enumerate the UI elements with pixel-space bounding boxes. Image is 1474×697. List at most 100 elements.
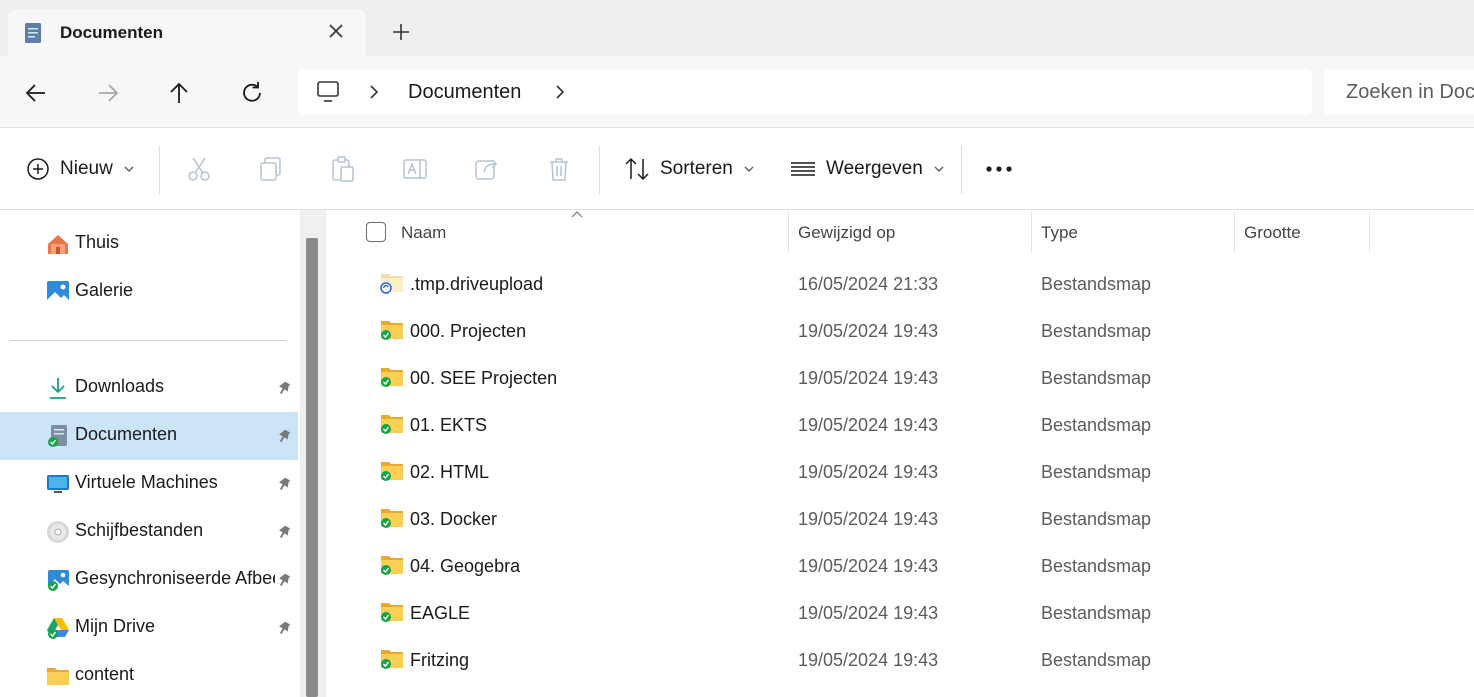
table-row[interactable]: Fritzing 19/05/2024 19:43 Bestandsmap <box>326 636 1474 683</box>
new-tab-icon[interactable] <box>390 21 412 43</box>
sidebar-item-galerie[interactable]: Galerie <box>0 268 298 316</box>
navigation-pane: Thuis Galerie Downloads Documenten Virtu… <box>0 210 326 697</box>
close-icon[interactable] <box>326 21 346 41</box>
sidebar-item-documenten[interactable]: Documenten <box>0 412 298 460</box>
column-header-modified[interactable]: Gewijzigd op <box>789 210 1031 254</box>
select-all-checkbox[interactable] <box>366 222 386 242</box>
file-modified: 19/05/2024 19:43 <box>798 509 939 529</box>
file-modified: 16/05/2024 21:33 <box>798 274 939 294</box>
search-input[interactable]: Zoeken in Documenten <box>1324 69 1474 115</box>
column-divider[interactable] <box>1369 212 1370 252</box>
column-header-size[interactable]: Grootte <box>1235 210 1369 254</box>
tab-documenten[interactable]: Documenten <box>8 9 366 56</box>
rename-icon[interactable] <box>402 155 428 183</box>
sort-button[interactable]: Sorteren <box>624 155 755 183</box>
file-type: Bestandsmap <box>1041 274 1152 294</box>
pin-icon[interactable] <box>276 428 292 444</box>
table-row[interactable]: 02. HTML 19/05/2024 19:43 Bestandsmap <box>326 448 1474 495</box>
table-row[interactable]: 01. EKTS 19/05/2024 19:43 Bestandsmap <box>326 401 1474 448</box>
monitor-icon <box>47 475 69 493</box>
breadcrumb-documenten[interactable]: Documenten <box>408 81 521 104</box>
file-name: 04. Geogebra <box>410 556 521 576</box>
file-modified: 19/05/2024 19:43 <box>798 462 939 482</box>
table-row[interactable]: 00. SEE Projecten 19/05/2024 19:43 Besta… <box>326 354 1474 401</box>
folder-synced-icon <box>381 462 403 481</box>
folder-synced-icon <box>381 368 403 387</box>
list-view-icon <box>791 162 815 176</box>
sidebar-item-virtuele-machines[interactable]: Virtuele Machines <box>0 460 298 508</box>
chevron-down-icon <box>744 166 754 172</box>
sidebar-item-mijn-drive[interactable]: Mijn Drive <box>0 604 298 652</box>
new-button[interactable]: Nieuw <box>26 155 135 183</box>
copy-icon[interactable] <box>258 155 284 183</box>
column-header-label: Naam <box>401 223 447 242</box>
command-bar: Nieuw Sorteren Weergeven <box>0 128 1474 210</box>
computer-icon[interactable] <box>316 80 340 104</box>
refresh-button[interactable] <box>237 78 267 108</box>
sidebar-item-label: Thuis <box>75 232 120 252</box>
file-name: EAGLE <box>410 603 471 623</box>
tab-strip: Documenten <box>0 0 1474 56</box>
folder-synced-icon <box>381 556 403 575</box>
sidebar-item-thuis[interactable]: Thuis <box>0 220 298 268</box>
chevron-right-icon[interactable] <box>366 83 382 101</box>
file-modified: 19/05/2024 19:43 <box>798 368 939 388</box>
folder-synced-icon <box>381 509 403 528</box>
sidebar-item-gesynchroniseerde-afbeeldingen[interactable]: Gesynchroniseerde Afbeeldingen <box>0 556 298 604</box>
cut-icon[interactable] <box>186 155 212 183</box>
refresh-icon <box>243 82 261 102</box>
delete-icon[interactable] <box>546 155 572 183</box>
sidebar-scrollbar-thumb[interactable] <box>306 238 318 697</box>
folder-synced-icon <box>381 603 403 622</box>
table-row[interactable]: 000. Projecten 19/05/2024 19:43 Bestands… <box>326 307 1474 354</box>
sidebar-item-schijfbestanden[interactable]: Schijfbestanden <box>0 508 298 556</box>
sidebar-item-label: Schijfbestanden <box>75 520 204 540</box>
table-row[interactable]: EAGLE 19/05/2024 19:43 Bestandsmap <box>326 589 1474 636</box>
view-label: Weergeven <box>826 158 923 179</box>
paste-icon[interactable] <box>330 155 356 183</box>
folder-synced-icon <box>381 415 403 434</box>
download-icon <box>50 378 66 399</box>
pin-icon[interactable] <box>276 524 292 540</box>
back-button[interactable] <box>21 78 51 108</box>
pin-icon[interactable] <box>276 620 292 636</box>
sidebar-item-content[interactable]: content <box>0 652 298 697</box>
more-options-icon[interactable] <box>985 165 1013 173</box>
address-bar[interactable]: Documenten <box>298 69 1312 115</box>
chevron-right-icon[interactable] <box>552 83 568 101</box>
divider <box>159 146 160 194</box>
address-row: Documenten Zoeken in Documenten <box>0 56 1474 128</box>
file-name: 02. HTML <box>410 462 490 482</box>
file-list: Naam Gewijzigd op Type Grootte .tmp.driv… <box>326 210 1474 697</box>
file-modified: 19/05/2024 19:43 <box>798 650 939 670</box>
pin-icon[interactable] <box>276 476 292 492</box>
up-button[interactable] <box>164 78 194 108</box>
arrow-right-icon <box>99 84 119 102</box>
share-icon[interactable] <box>474 155 500 183</box>
home-icon <box>48 235 68 254</box>
file-type: Bestandsmap <box>1041 603 1152 623</box>
documents-icon <box>48 425 67 447</box>
table-row[interactable]: 04. Geogebra 19/05/2024 19:43 Bestandsma… <box>326 542 1474 589</box>
table-row[interactable] <box>326 683 1474 697</box>
pin-icon[interactable] <box>276 380 292 396</box>
arrow-left-icon <box>25 84 45 102</box>
file-name: 01. EKTS <box>410 415 488 435</box>
table-row[interactable]: .tmp.driveupload 16/05/2024 21:33 Bestan… <box>326 260 1474 307</box>
column-header-type[interactable]: Type <box>1032 210 1234 254</box>
divider <box>961 146 962 194</box>
pin-icon[interactable] <box>276 572 292 588</box>
plus-circle-icon <box>27 158 49 180</box>
file-name: Fritzing <box>410 650 470 670</box>
sidebar-item-downloads[interactable]: Downloads <box>0 364 298 412</box>
new-label: Nieuw <box>60 158 113 179</box>
folder-icon <box>47 668 69 685</box>
view-button[interactable]: Weergeven <box>790 155 945 183</box>
file-modified: 19/05/2024 19:43 <box>798 556 939 576</box>
column-header-label: Grootte <box>1244 223 1301 242</box>
table-row[interactable]: 03. Docker 19/05/2024 19:43 Bestandsmap <box>326 495 1474 542</box>
column-header-name[interactable]: Naam <box>326 210 788 254</box>
forward-button[interactable] <box>93 78 123 108</box>
sidebar-item-label: Gesynchroniseerde Afbeeldingen <box>75 568 275 588</box>
file-type: Bestandsmap <box>1041 556 1152 576</box>
